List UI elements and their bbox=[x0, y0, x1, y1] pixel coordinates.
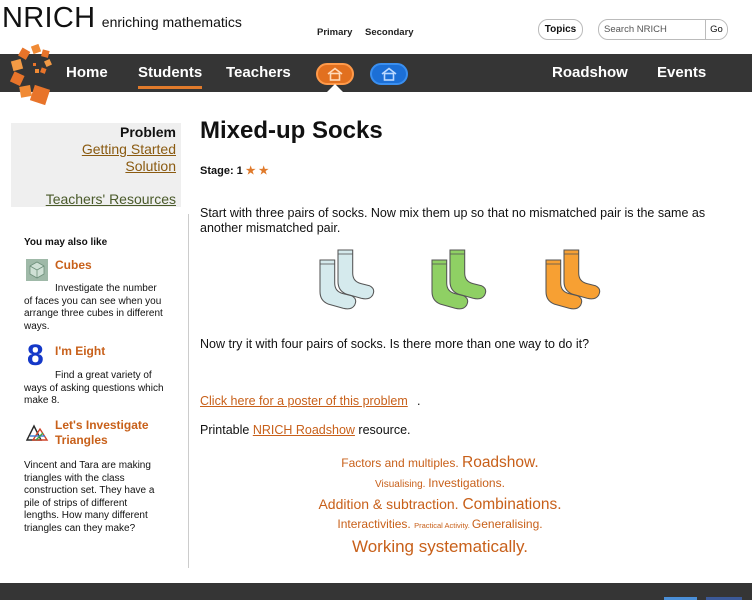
stage-stars-icon: ★ ★ bbox=[245, 165, 269, 177]
printable-line: Printable NRICH Roadshow resource. bbox=[200, 423, 411, 437]
nav-students[interactable]: Students bbox=[138, 64, 203, 89]
desc-line: Investigate the number bbox=[55, 283, 157, 294]
printable-suffix: resource. bbox=[354, 423, 411, 437]
footer-bar bbox=[0, 583, 752, 600]
desc-line: Vincent and Tara are making bbox=[24, 460, 151, 471]
getting-started-link[interactable]: Getting Started bbox=[82, 141, 176, 157]
sock-icon bbox=[563, 249, 601, 300]
nav-events[interactable]: Events bbox=[657, 64, 706, 81]
sock-pair-blue bbox=[319, 249, 375, 310]
followup-paragraph: Now try it with four pairs of socks. Is … bbox=[200, 337, 590, 351]
tag-separator: . bbox=[534, 454, 539, 471]
tag-cloud: Factors and multiples. Roadshow. Visuali… bbox=[300, 453, 580, 560]
tag-separator: . bbox=[501, 476, 505, 490]
you-may-also-like-heading: You may also like bbox=[24, 237, 108, 248]
primary-label: Primary bbox=[317, 27, 353, 38]
search-input[interactable] bbox=[599, 20, 705, 39]
tag-investigations[interactable]: Investigations bbox=[428, 476, 501, 490]
tag-factors-multiples[interactable]: Factors and multiples bbox=[341, 456, 455, 470]
brand-tagline: enriching mathematics bbox=[101, 14, 242, 30]
tag-working-systematically[interactable]: Working systematically bbox=[352, 537, 523, 556]
socks-illustration bbox=[319, 249, 601, 310]
tag-interactivities[interactable]: Interactivities bbox=[337, 517, 407, 531]
title-line: Triangles bbox=[55, 433, 108, 447]
tag-separator: . bbox=[539, 517, 543, 531]
nav-home[interactable]: Home bbox=[66, 64, 108, 81]
tag-separator: . bbox=[455, 456, 462, 470]
topics-button[interactable]: Topics bbox=[538, 19, 583, 40]
related-triangles-desc: Vincent and Tara are making triangles wi… bbox=[24, 460, 154, 535]
brand-name: NRICH bbox=[2, 2, 96, 34]
triangles-icon[interactable] bbox=[25, 420, 49, 444]
printable-prefix: Printable bbox=[200, 423, 253, 437]
tag-separator: . bbox=[557, 496, 562, 513]
nav-roadshow[interactable]: Roadshow bbox=[552, 64, 628, 81]
teachers-resources-link[interactable]: Teachers' Resources bbox=[46, 191, 176, 207]
tag-practical-activity[interactable]: Practical Activity bbox=[414, 521, 468, 530]
desc-line: ways of asking questions which bbox=[24, 382, 164, 394]
search-form: Go bbox=[598, 19, 728, 40]
intro-paragraph: Start with three pairs of socks. Now mix… bbox=[200, 206, 706, 235]
sidebar-divider bbox=[188, 214, 189, 568]
roadshow-resource-link[interactable]: NRICH Roadshow bbox=[253, 423, 355, 437]
solution-link[interactable]: Solution bbox=[125, 158, 176, 174]
tag-visualising[interactable]: Visualising bbox=[375, 479, 423, 490]
secondary-label: Secondary bbox=[365, 27, 414, 38]
related-eight-title[interactable]: I'm Eight bbox=[55, 344, 105, 359]
desc-line: arrange three cubes in different bbox=[24, 308, 163, 319]
site-logo-text[interactable]: NRICH enriching mathematics bbox=[2, 2, 242, 35]
desc-line: make 8. bbox=[24, 395, 60, 406]
home-icon bbox=[381, 67, 397, 81]
desc-line: lengths. How many different bbox=[24, 510, 148, 521]
nav-teachers[interactable]: Teachers bbox=[226, 64, 291, 81]
desc-line: triangles can they make? bbox=[24, 522, 136, 534]
home-icon bbox=[327, 67, 343, 81]
stage-label: Stage: 1 bbox=[200, 165, 243, 177]
poster-link-period: . bbox=[417, 394, 421, 408]
sock-pair-orange bbox=[545, 249, 601, 310]
desc-line: ways. bbox=[24, 320, 50, 332]
secondary-home-button[interactable] bbox=[370, 63, 408, 85]
title-line: Let's Investigate bbox=[55, 418, 149, 432]
tag-addition-subtraction[interactable]: Addition & subtraction bbox=[318, 496, 454, 512]
desc-line: triangles with the class bbox=[24, 472, 125, 484]
eight-icon[interactable]: 8 bbox=[27, 339, 44, 373]
main-navbar: Home Students Teachers Roadshow Events bbox=[0, 54, 752, 92]
desc-line: construction set. They have a bbox=[24, 485, 155, 496]
desc-line: Find a great variety of bbox=[55, 370, 152, 381]
related-cubes-title[interactable]: Cubes bbox=[55, 258, 92, 273]
sock-pair-green bbox=[431, 249, 487, 310]
page-title: Mixed-up Socks bbox=[200, 117, 383, 144]
active-section-pointer bbox=[327, 84, 343, 92]
related-eight-desc: Find a great variety of ways of asking q… bbox=[24, 370, 164, 408]
problem-heading: Problem bbox=[119, 124, 176, 140]
tag-combinations[interactable]: Combinations bbox=[462, 496, 557, 513]
desc-line: pile of strips of different bbox=[24, 497, 128, 509]
sock-icon bbox=[449, 249, 487, 300]
nav-students-label: Students bbox=[138, 64, 203, 81]
primary-home-button[interactable] bbox=[316, 63, 354, 85]
tag-roadshow[interactable]: Roadshow bbox=[462, 454, 534, 471]
desc-line: of faces you can see when you bbox=[24, 295, 162, 307]
nrich-spiral-logo-icon[interactable] bbox=[6, 40, 62, 112]
active-underline bbox=[138, 86, 203, 89]
poster-link[interactable]: Click here for a poster of this problem bbox=[200, 394, 408, 408]
stage-indicator: Stage: 1 ★ ★ bbox=[200, 164, 269, 177]
section-labels: Primary Secondary bbox=[300, 27, 430, 41]
tag-generalising[interactable]: Generalising bbox=[472, 517, 539, 531]
problem-nav-panel: Problem Getting Started Solution Teacher… bbox=[11, 123, 181, 207]
cubes-icon[interactable] bbox=[25, 258, 49, 282]
search-go-button[interactable]: Go bbox=[705, 20, 727, 39]
sock-icon bbox=[337, 249, 375, 300]
related-cubes-desc: Investigate the number of faces you can … bbox=[24, 283, 163, 333]
related-triangles-title[interactable]: Let's Investigate Triangles bbox=[55, 418, 149, 448]
tag-separator: . bbox=[523, 537, 529, 556]
